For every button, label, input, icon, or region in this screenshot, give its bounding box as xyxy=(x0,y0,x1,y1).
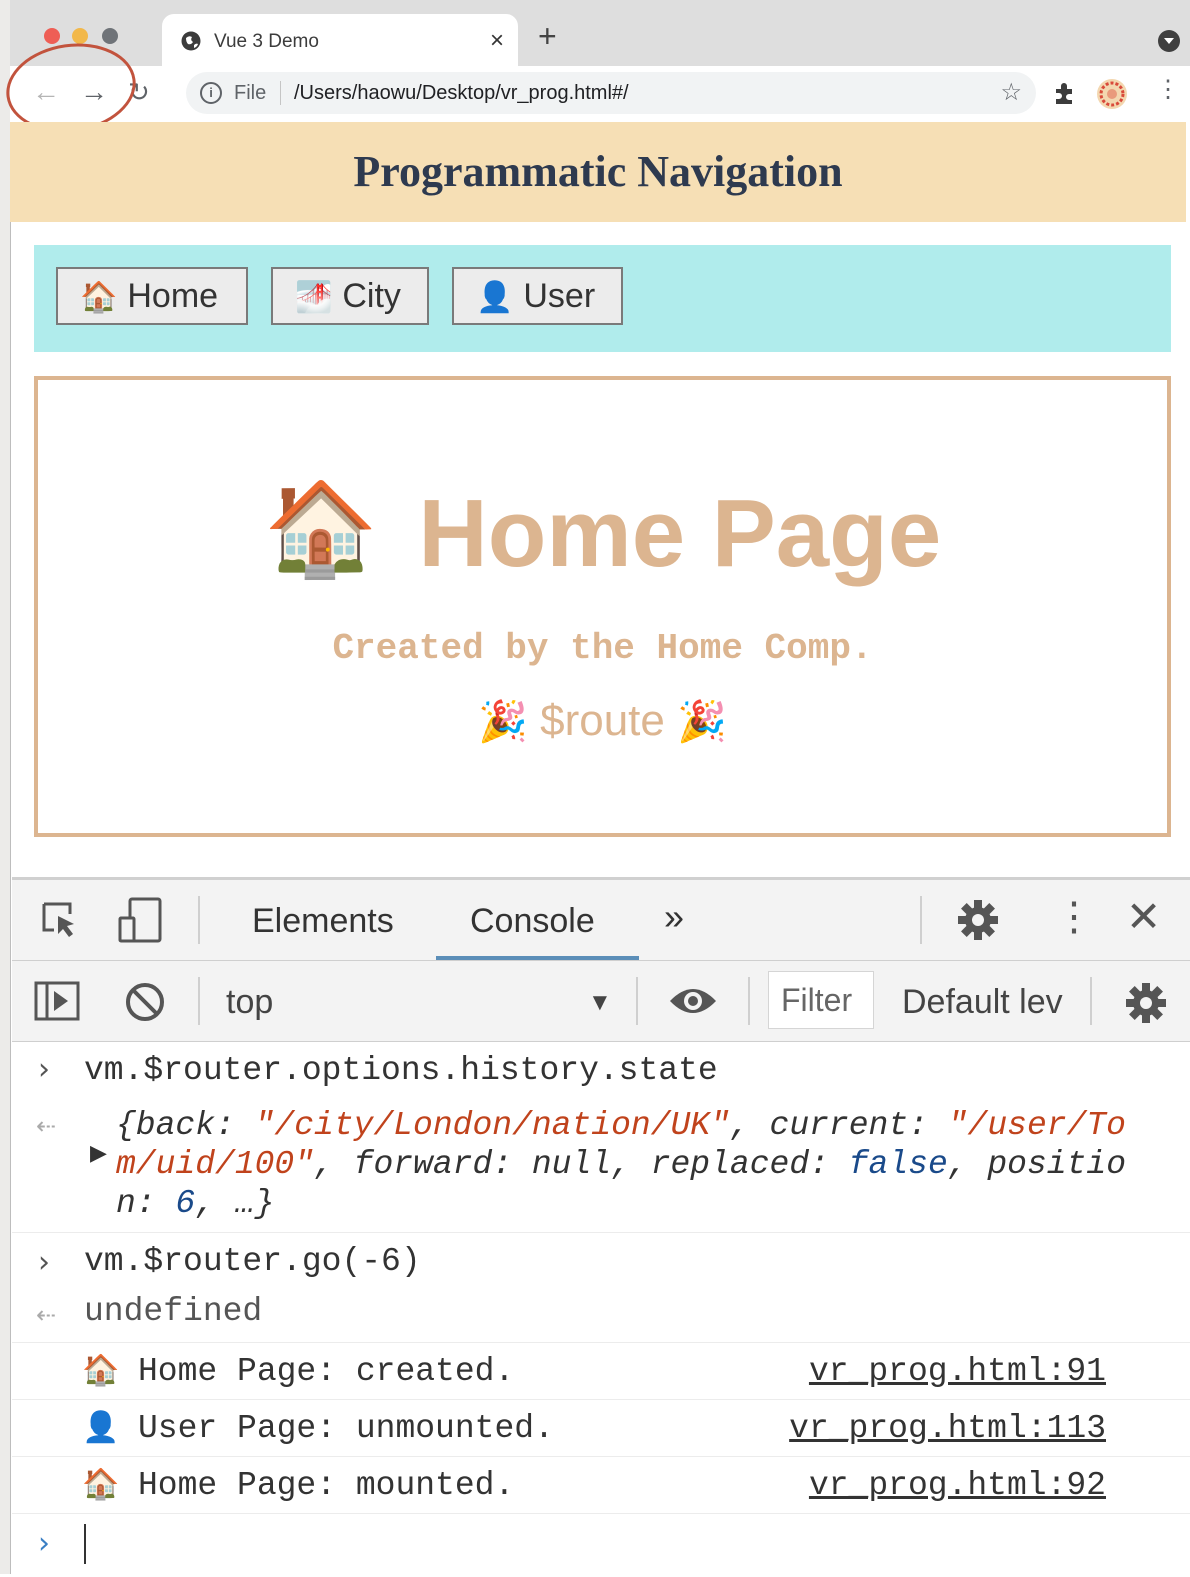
expand-triangle-icon[interactable]: ▶ xyxy=(90,1140,107,1166)
tab-elements[interactable]: Elements xyxy=(252,902,394,941)
omnibox-divider xyxy=(280,81,281,105)
house-icon: 🏠 xyxy=(82,1468,120,1501)
house-icon: 🏠 xyxy=(80,281,118,314)
device-toolbar-icon[interactable] xyxy=(116,896,164,944)
nav-button-user[interactable]: 👤 User xyxy=(452,267,623,325)
console-input-caret[interactable] xyxy=(84,1524,86,1564)
toolbar-divider xyxy=(198,977,200,1025)
console-command: vm.$router.options.history.state xyxy=(84,1052,718,1089)
console-input-row: › vm.$router.go(-6) xyxy=(12,1233,1190,1285)
browser-toolbar: ← → ↻ i File /Users/haowu/Desktop/vr_pro… xyxy=(10,66,1190,122)
nav-button-city[interactable]: 🌁 City xyxy=(271,267,429,325)
scheme-label: File xyxy=(234,82,267,104)
console-command: vm.$router.go(-6) xyxy=(84,1243,421,1280)
console-result-row[interactable]: ⇠ ▶ {back: "/city/London/nation/UK", cur… xyxy=(12,1092,1190,1233)
router-nav-bar: 🏠 Home 🌁 City 👤 User xyxy=(34,245,1171,352)
console-toolbar: top ▼ Filter Default lev xyxy=(12,961,1190,1042)
settings-gear-icon[interactable] xyxy=(956,898,1000,942)
browser-tab-bar: Vue 3 Demo × + xyxy=(10,0,1190,70)
devtools-menu-icon[interactable]: ⋮ xyxy=(1054,894,1094,940)
tab-search-icon[interactable] xyxy=(1158,30,1180,52)
bookmark-star-icon[interactable]: ☆ xyxy=(1000,78,1022,107)
party-popper-icon: 🎉 xyxy=(677,700,727,744)
created-by-text: Created by the Home Comp. xyxy=(332,628,873,669)
log-source-link[interactable]: vr_prog.html:113 xyxy=(789,1410,1106,1447)
console-prompt-row[interactable]: › xyxy=(12,1514,1190,1574)
home-page-heading: 🏠 Home Page xyxy=(38,476,1167,589)
user-icon: 👤 xyxy=(476,281,514,314)
house-icon: 🏠 xyxy=(263,478,379,580)
log-message: Home Page: created. xyxy=(138,1353,515,1390)
console-result-row: ⇠ undefined xyxy=(12,1285,1190,1343)
log-source-link[interactable]: vr_prog.html:92 xyxy=(809,1467,1106,1504)
toolbar-divider xyxy=(1090,977,1092,1025)
toolbar-divider xyxy=(748,977,750,1025)
zoom-window-button[interactable] xyxy=(102,28,118,44)
log-source-link[interactable]: vr_prog.html:91 xyxy=(809,1353,1106,1390)
window-edge xyxy=(0,0,11,1574)
new-tab-button[interactable]: + xyxy=(538,20,557,52)
page-header: Programmatic Navigation xyxy=(10,122,1186,222)
nav-button-label: Home xyxy=(127,277,219,315)
extensions-puzzle-icon[interactable] xyxy=(1052,80,1078,106)
tab-divider xyxy=(198,896,200,944)
clear-console-icon[interactable] xyxy=(124,981,166,1023)
context-selector[interactable]: top xyxy=(226,983,273,1022)
nav-button-label: City xyxy=(342,277,401,315)
house-icon: 🏠 xyxy=(82,1354,120,1387)
tab-close-icon[interactable]: × xyxy=(490,27,504,55)
log-levels-dropdown[interactable]: Default lev xyxy=(902,983,1063,1022)
info-icon[interactable]: i xyxy=(200,82,222,104)
url-text[interactable]: /Users/haowu/Desktop/vr_prog.html#/ xyxy=(294,82,629,105)
tab-title: Vue 3 Demo xyxy=(214,31,319,52)
active-tab-indicator xyxy=(436,956,639,960)
tab-divider xyxy=(920,896,922,944)
nav-button-home[interactable]: 🏠 Home xyxy=(56,267,248,325)
prompt-chevron-icon: › xyxy=(38,1526,50,1561)
object-preview[interactable]: {back: "/city/London/nation/UK", current… xyxy=(116,1106,1126,1223)
user-icon: 👤 xyxy=(82,1411,120,1444)
console-filter-input[interactable]: Filter xyxy=(768,971,874,1029)
city-icon: 🌁 xyxy=(295,281,333,314)
chevron-down-icon[interactable]: ▼ xyxy=(588,989,612,1017)
nav-button-label: User xyxy=(523,277,596,315)
tab-console[interactable]: Console xyxy=(470,902,595,941)
console-settings-gear-icon[interactable] xyxy=(1124,981,1168,1025)
live-expression-eye-icon[interactable] xyxy=(668,983,718,1019)
minimize-window-button[interactable] xyxy=(72,28,88,44)
devtools-tab-bar: Elements Console » ⋮ ✕ xyxy=(12,880,1190,961)
console-input-row: › vm.$router.options.history.state xyxy=(12,1042,1190,1092)
show-sidebar-icon[interactable] xyxy=(34,981,80,1021)
party-popper-icon: 🎉 xyxy=(478,700,528,744)
devtools-panel: Elements Console » ⋮ ✕ top ▼ Filter Defa… xyxy=(12,877,1190,1577)
console-log-row: 👤 User Page: unmounted. vr_prog.html:113 xyxy=(12,1400,1190,1457)
close-window-button[interactable] xyxy=(44,28,60,44)
toolbar-divider xyxy=(636,977,638,1025)
profile-avatar-icon[interactable] xyxy=(1096,78,1128,110)
browser-menu-icon[interactable]: ⋮ xyxy=(1156,78,1180,102)
address-bar[interactable]: i File /Users/haowu/Desktop/vr_prog.html… xyxy=(186,72,1036,114)
inspect-element-icon[interactable] xyxy=(40,900,82,942)
prompt-chevron-icon: › xyxy=(38,1052,50,1087)
console-log-row: 🏠 Home Page: created. vr_prog.html:91 xyxy=(12,1343,1190,1400)
page-title: Programmatic Navigation xyxy=(353,147,843,196)
route-text: $route xyxy=(540,696,665,745)
log-message: User Page: unmounted. xyxy=(138,1410,554,1447)
browser-tab-active[interactable]: Vue 3 Demo × xyxy=(162,14,518,70)
globe-icon xyxy=(181,31,201,51)
prompt-chevron-icon: › xyxy=(38,1245,50,1280)
close-devtools-icon[interactable]: ✕ xyxy=(1126,892,1161,941)
console-result: undefined xyxy=(84,1293,263,1330)
route-line: 🎉 $route 🎉 xyxy=(38,696,1167,746)
home-page-title: Home Page xyxy=(418,480,942,587)
return-arrow-icon: ⇠ xyxy=(36,1113,57,1140)
console-log-row: 🏠 Home Page: mounted. vr_prog.html:92 xyxy=(12,1457,1190,1514)
router-view: 🏠 Home Page Created by the Home Comp. 🎉 $… xyxy=(34,376,1171,837)
log-message: Home Page: mounted. xyxy=(138,1467,515,1504)
return-arrow-icon: ⇠ xyxy=(36,1302,57,1329)
more-tabs-icon[interactable]: » xyxy=(664,896,684,938)
